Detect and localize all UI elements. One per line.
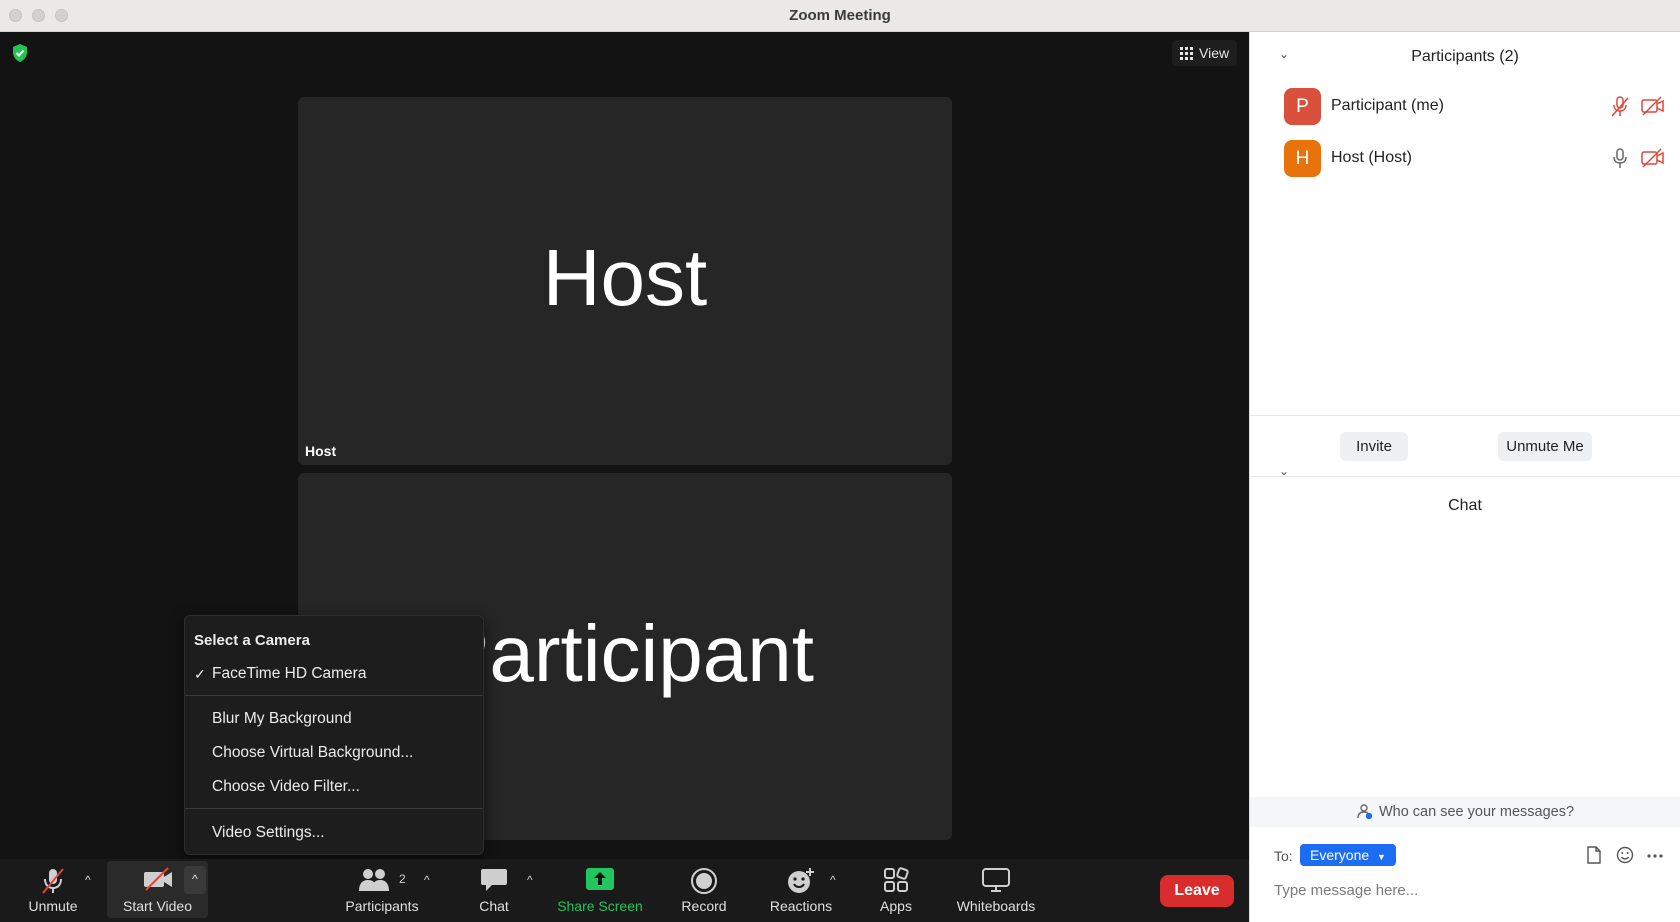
participants-options-caret[interactable]: ^ xyxy=(424,873,430,887)
whiteboard-icon xyxy=(982,868,1010,892)
participants-panel-title: Participants (2) xyxy=(1411,48,1519,65)
emoji-icon[interactable] xyxy=(1616,846,1634,864)
tile-name-label: Host xyxy=(305,443,337,459)
reactions-button[interactable]: Reactions xyxy=(765,859,837,922)
participant-name: Participant (me) xyxy=(1331,97,1444,114)
view-label: View xyxy=(1199,45,1230,61)
reactions-options-caret[interactable]: ^ xyxy=(830,873,836,887)
chat-panel-title: Chat xyxy=(1448,497,1482,514)
participants-count: 2 xyxy=(399,872,406,886)
record-label: Record xyxy=(681,898,727,914)
participant-name: Host (Host) xyxy=(1331,149,1412,166)
to-label: To: xyxy=(1274,848,1293,864)
panel-divider xyxy=(1250,415,1680,416)
unmute-label: Unmute xyxy=(28,898,78,914)
record-button[interactable]: Record xyxy=(676,859,732,922)
participants-icon xyxy=(359,869,389,891)
chat-options-caret[interactable]: ^ xyxy=(527,873,533,887)
audio-options-caret[interactable]: ^ xyxy=(85,873,91,887)
zoom-window: Zoom Meeting View Host Host Participant … xyxy=(0,0,1680,922)
menu-item-virtual-background[interactable]: Choose Virtual Background... xyxy=(212,744,413,762)
encryption-shield-icon[interactable] xyxy=(12,44,28,62)
window-title: Zoom Meeting xyxy=(789,7,891,24)
participant-row[interactable]: P Participant (me) xyxy=(1284,88,1664,126)
avatar: P xyxy=(1284,88,1321,125)
side-panel: ⌄ Participants (2) P Participant (me) H … xyxy=(1249,32,1680,922)
checkmark-icon: ✓ xyxy=(194,666,206,682)
participant-row[interactable]: H Host (Host) xyxy=(1284,140,1664,178)
recipient-value: Everyone xyxy=(1310,847,1370,863)
unmute-button[interactable]: Unmute xyxy=(18,859,88,922)
menu-item-video-settings[interactable]: Video Settings... xyxy=(212,824,325,842)
menu-item-video-filter[interactable]: Choose Video Filter... xyxy=(212,778,360,796)
video-options-caret[interactable]: ^ xyxy=(184,866,206,894)
view-button[interactable]: View xyxy=(1172,40,1238,66)
start-video-label: Start Video xyxy=(122,898,192,914)
who-can-see-banner[interactable]: Who can see your messages? xyxy=(1250,797,1680,827)
collapse-chat-chevron-icon[interactable]: ⌄ xyxy=(1279,464,1289,478)
chat-button[interactable]: Chat xyxy=(465,859,523,922)
video-off-icon xyxy=(1641,148,1664,168)
person-info-icon xyxy=(1357,804,1373,820)
who-can-see-text: Who can see your messages? xyxy=(1378,804,1575,820)
video-camera-off-icon xyxy=(143,867,172,891)
menu-divider xyxy=(185,695,483,696)
chat-label: Chat xyxy=(479,898,509,914)
whiteboards-label: Whiteboards xyxy=(956,898,1036,914)
whiteboards-button[interactable]: Whiteboards xyxy=(948,859,1044,922)
apps-label: Apps xyxy=(880,898,912,914)
microphone-muted-icon xyxy=(42,868,64,894)
avatar: H xyxy=(1284,140,1321,177)
share-screen-label: Share Screen xyxy=(557,898,643,914)
share-screen-button[interactable]: Share Screen xyxy=(552,859,648,922)
panel-divider xyxy=(1250,476,1680,477)
leave-button[interactable]: Leave xyxy=(1160,875,1234,907)
reactions-label: Reactions xyxy=(769,898,833,914)
participants-button[interactable]: 2 Participants xyxy=(335,859,429,922)
more-options-icon[interactable] xyxy=(1647,854,1663,858)
video-off-icon xyxy=(1641,96,1664,116)
video-tile-host[interactable]: Host Host xyxy=(298,97,952,465)
grid-icon xyxy=(1180,46,1193,60)
camera-menu: Select a Camera ✓ FaceTime HD Camera Blu… xyxy=(184,615,484,855)
participants-label: Participants xyxy=(345,898,419,914)
menu-item-blur-background[interactable]: Blur My Background xyxy=(212,710,352,728)
camera-menu-heading: Select a Camera xyxy=(194,632,310,649)
tile-name-large: Host xyxy=(542,233,708,322)
chat-message-input[interactable] xyxy=(1274,878,1664,902)
unmute-me-button[interactable]: Unmute Me xyxy=(1498,432,1592,461)
microphone-muted-icon xyxy=(1611,96,1629,117)
dropdown-triangle-icon: ▼ xyxy=(1377,852,1386,862)
recipient-dropdown[interactable]: Everyone ▼ xyxy=(1300,844,1396,866)
menu-item-facetime-camera[interactable]: FaceTime HD Camera xyxy=(212,665,366,683)
chat-bubble-icon xyxy=(481,869,507,891)
microphone-icon xyxy=(1613,148,1627,168)
apps-button[interactable]: Apps xyxy=(870,859,922,922)
record-icon xyxy=(691,868,717,894)
reactions-smiley-icon xyxy=(788,868,814,893)
invite-button[interactable]: Invite xyxy=(1340,432,1408,461)
title-bar: Zoom Meeting xyxy=(0,0,1680,32)
share-screen-icon xyxy=(586,868,614,890)
menu-divider xyxy=(185,808,483,809)
apps-icon xyxy=(884,867,909,892)
file-icon[interactable] xyxy=(1586,846,1602,864)
